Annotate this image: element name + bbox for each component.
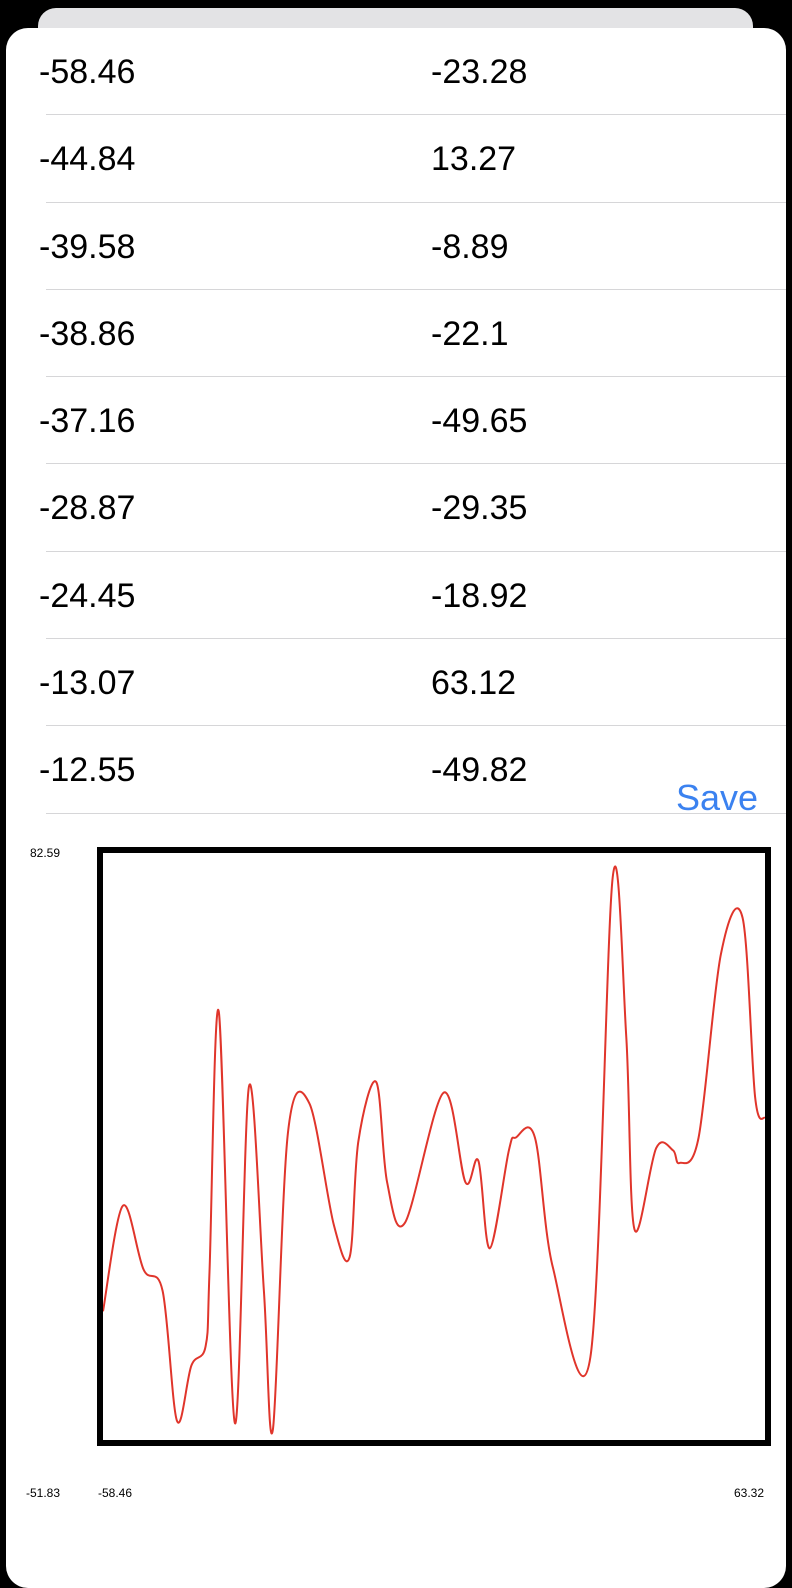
y-max-label: 82.59 xyxy=(30,846,61,860)
x-max-label: 63.32 xyxy=(734,1486,765,1500)
series-line xyxy=(103,865,765,1435)
line-chart xyxy=(97,847,771,1446)
y-min-label: -51.83 xyxy=(26,1486,61,1500)
x-min-label: -58.46 xyxy=(98,1486,133,1500)
modal-sheet: -58.46 -23.28 -44.84 13.27 -39.58 -8.89 -38.86… xyxy=(6,28,786,1588)
